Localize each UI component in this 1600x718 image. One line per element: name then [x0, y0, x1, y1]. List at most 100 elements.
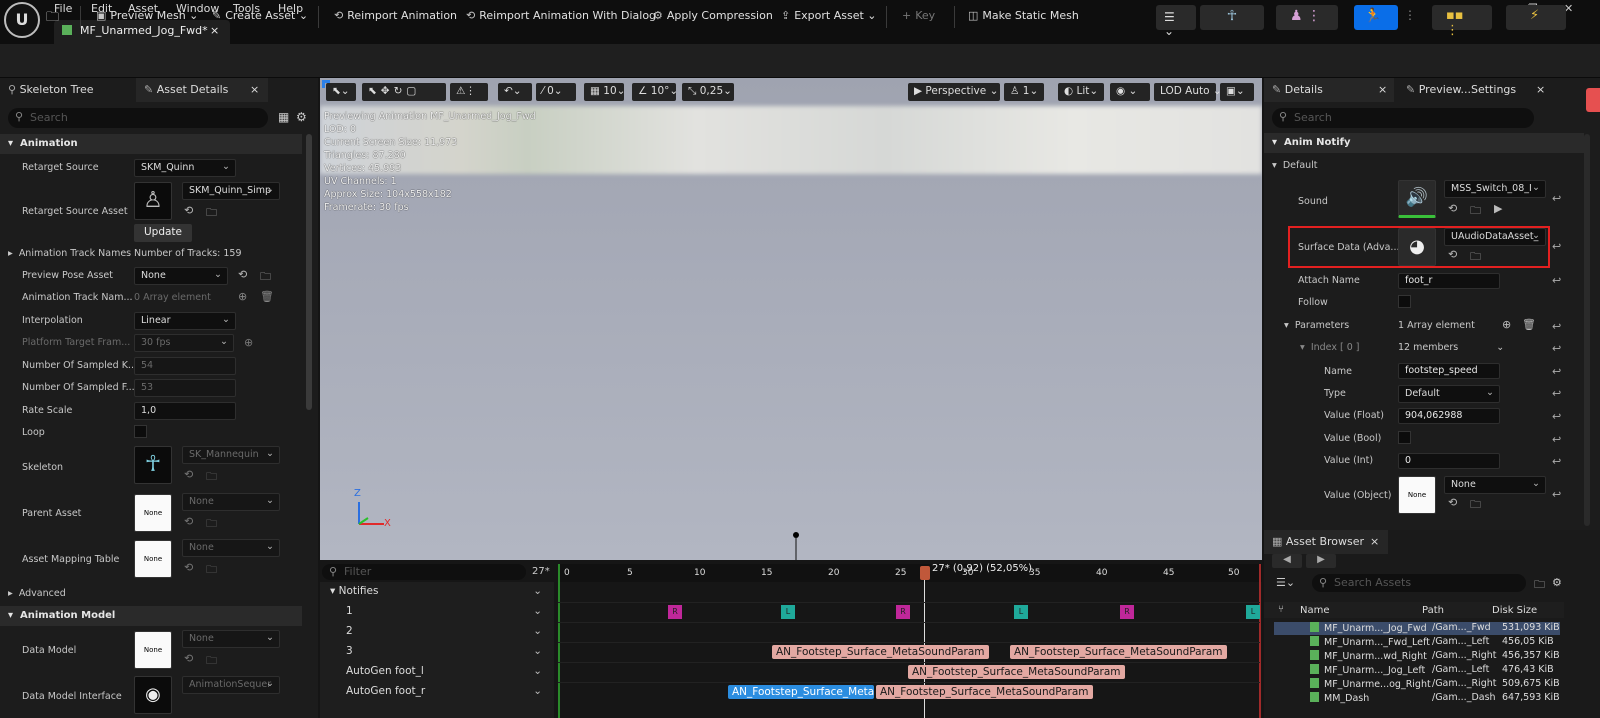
mesh-mode-icon[interactable]: ♟ ⋮	[1276, 5, 1338, 30]
close-tab-icon[interactable]: ×	[1378, 83, 1387, 96]
browse-folder-icon[interactable]: 🗀	[206, 204, 217, 223]
trash-icon[interactable]: 🗑	[260, 290, 274, 303]
use-selected-icon[interactable]: ⟲	[1448, 248, 1457, 261]
section-advanced[interactable]: ▸ Advanced	[8, 588, 66, 599]
coordinate-space-icon[interactable]: ⚠⋮	[450, 83, 488, 101]
section-animation[interactable]: ▾ Animation	[0, 134, 302, 154]
browse-folder-icon[interactable]: 🗀	[1470, 496, 1481, 515]
notify-footstep[interactable]: AN_Footstep_Surface_MetaSoundParam	[1010, 645, 1227, 659]
data-model-interface-combo[interactable]: AnimationSequer ⌄	[182, 676, 280, 694]
reset-to-default-icon[interactable]: ↩	[1552, 320, 1561, 333]
asset-row[interactable]: MF_Unarme...og_Right /Gam..._Right 509,6…	[1274, 678, 1560, 691]
show-flags-button[interactable]: ◉ ⌄	[1110, 83, 1150, 101]
name-field[interactable]: footstep_speed	[1398, 363, 1500, 379]
value-object-combo[interactable]: None ⌄	[1444, 476, 1546, 494]
surface-snap-icon[interactable]: ↶⌄	[498, 83, 532, 101]
key-button[interactable]: + Key	[902, 9, 935, 22]
use-selected-icon[interactable]: ⟲	[1448, 202, 1457, 215]
lod-button[interactable]: LOD Auto ⌄	[1154, 83, 1222, 101]
settings-gear-icon[interactable]: ⚙	[1552, 576, 1562, 589]
update-button[interactable]: Update	[134, 224, 192, 242]
skeleton-combo[interactable]: SK_Mannequin ⌄	[182, 446, 280, 464]
folder-icon[interactable]: 🗀	[1534, 576, 1545, 595]
retarget-source-combo[interactable]: SKM_Quinn ⌄	[134, 159, 236, 177]
grid-snap-button[interactable]: ⁄ 0⌄	[536, 83, 576, 101]
close-tab-icon[interactable]: ×	[1370, 535, 1379, 548]
asset-row[interactable]: MF_Unarm..._Fwd_Left /Gam..._Left 456,05…	[1274, 636, 1560, 649]
more-options-icon[interactable]: ⋮	[1404, 8, 1416, 22]
preview-mesh-button[interactable]: ▣ Preview Mesh ⌄	[96, 9, 198, 22]
notify-footstep[interactable]: AN_Footstep_Surface_MetaSoundParam	[772, 645, 989, 659]
close-tab-icon[interactable]: ×	[1536, 83, 1545, 96]
preview-pose-asset-combo[interactable]: None ⌄	[134, 267, 228, 285]
reset-to-default-icon[interactable]: ↩	[1552, 240, 1561, 253]
reset-to-default-icon[interactable]: ↩	[1552, 274, 1561, 287]
apply-compression-button[interactable]: ⚙ Apply Compression	[653, 9, 773, 22]
location-snap-button[interactable]: ▦ 10⌄	[584, 83, 625, 101]
grid-view-icon[interactable]: ▦	[278, 110, 289, 124]
browse-folder-icon[interactable]: 🗀	[260, 268, 271, 287]
asset-row[interactable]: MM_Dash /Gam..._Dash 647,593 KiB	[1274, 692, 1560, 705]
track-autogen-foot-l[interactable]: AutoGen foot_l ⌄	[320, 662, 554, 682]
parameters-row[interactable]: ▾ Parameters	[1284, 320, 1349, 331]
use-selected-icon[interactable]: ⟲	[184, 561, 193, 574]
notify-footstep-selected[interactable]: AN_Footstep_Surface_MetaS	[728, 685, 874, 699]
make-static-mesh-button[interactable]: ◫ Make Static Mesh	[968, 9, 1079, 22]
surface-data-combo[interactable]: UAudioDataAsset_ ⌄	[1444, 228, 1546, 246]
sampled-frames-field[interactable]: 53	[134, 379, 236, 397]
value-bool-checkbox[interactable]	[1398, 431, 1411, 444]
viewport-layout-icon[interactable]: ▣⌄	[1220, 83, 1254, 101]
value-int-field[interactable]: 0	[1398, 453, 1500, 469]
use-selected-icon[interactable]: ⟲	[184, 204, 193, 217]
track-autogen-foot-r[interactable]: AutoGen foot_r ⌄	[320, 682, 554, 718]
reset-to-default-icon[interactable]: ↩	[1552, 410, 1561, 423]
sampled-keys-field[interactable]: 54	[134, 357, 236, 375]
index-row[interactable]: ▾ Index [ 0 ]	[1300, 342, 1359, 353]
track-3[interactable]: 3 ⌄	[320, 642, 554, 662]
section-anim-notify[interactable]: ▾ Anim Notify	[1264, 133, 1584, 153]
back-arrow-icon[interactable]: ◀	[1272, 554, 1302, 568]
column-disk-size[interactable]: Disk Size	[1492, 605, 1537, 616]
close-tab-icon[interactable]: ×	[210, 24, 219, 37]
browse-folder-icon[interactable]: 🗀	[206, 468, 217, 487]
use-selected-icon[interactable]: ⟲	[184, 515, 193, 528]
reset-to-default-icon[interactable]: ↩	[1552, 488, 1561, 501]
asset-row[interactable]: MF_Unarm..._Jog_Left /Gam..._Left 476,43…	[1274, 664, 1560, 677]
retarget-source-asset-combo[interactable]: SKM_Quinn_Simp ⌄	[182, 182, 280, 200]
reset-icon[interactable]: ⊕	[244, 336, 253, 349]
reset-to-default-icon[interactable]: ↩	[1552, 192, 1561, 205]
notify-marker-l[interactable]: L	[1014, 605, 1028, 619]
notify-footstep[interactable]: AN_Footstep_Surface_MetaSoundParam	[908, 665, 1125, 679]
tab-details[interactable]: ✎ Details ×	[1264, 78, 1394, 102]
browse-folder-icon[interactable]: 🗀	[1470, 248, 1481, 267]
side-tab-icon[interactable]	[1586, 88, 1600, 112]
add-element-icon[interactable]: ⊕	[1502, 318, 1511, 331]
section-animation-model[interactable]: ▾ Animation Model	[0, 606, 302, 626]
hamburger-menu-icon[interactable]: ☰ ⌄	[1156, 5, 1196, 38]
loop-checkbox[interactable]	[134, 425, 147, 438]
physics-mode-icon[interactable]: ⚡	[1506, 5, 1566, 30]
select-mode-icon[interactable]: ⬉⌄	[326, 83, 356, 101]
reset-to-default-icon[interactable]: ↩	[1552, 433, 1561, 446]
reset-to-default-icon[interactable]: ↩	[1552, 387, 1561, 400]
reset-to-default-icon[interactable]: ↩	[1552, 455, 1561, 468]
track-notifies[interactable]: ▾ Notifies ⌄	[320, 582, 554, 602]
play-icon[interactable]: ▶	[1494, 202, 1502, 215]
unreal-logo[interactable]: U	[4, 2, 40, 38]
playhead-handle[interactable]	[920, 566, 930, 580]
notify-footstep[interactable]: AN_Footstep_Surface_MetaSoundParam	[876, 685, 1093, 699]
hierarchy-icon[interactable]: ⑂	[1278, 604, 1284, 615]
scale-snap-button[interactable]: ⤡ 0,25⌄	[682, 83, 734, 101]
notify-marker-l[interactable]: L	[781, 605, 795, 619]
export-asset-button[interactable]: ⇪ Export Asset ⌄	[781, 9, 877, 22]
trash-icon[interactable]: 🗑	[1522, 318, 1536, 331]
use-selected-icon[interactable]: ⟲	[1448, 496, 1457, 509]
browse-folder-icon[interactable]: 🗀	[206, 561, 217, 580]
create-asset-button[interactable]: ✎ Create Asset ⌄	[212, 9, 308, 22]
reset-to-default-icon[interactable]: ↩	[1552, 365, 1561, 378]
asset-row[interactable]: MF_Unarm...wd_Right /Gam..._Right 456,35…	[1274, 650, 1560, 663]
platform-target-combo[interactable]: 30 fps ⌄	[134, 334, 234, 352]
filter-icon[interactable]: ☰⌄	[1276, 576, 1295, 589]
value-float-field[interactable]: 904,062988	[1398, 408, 1500, 424]
use-selected-icon[interactable]: ⟲	[184, 652, 193, 665]
